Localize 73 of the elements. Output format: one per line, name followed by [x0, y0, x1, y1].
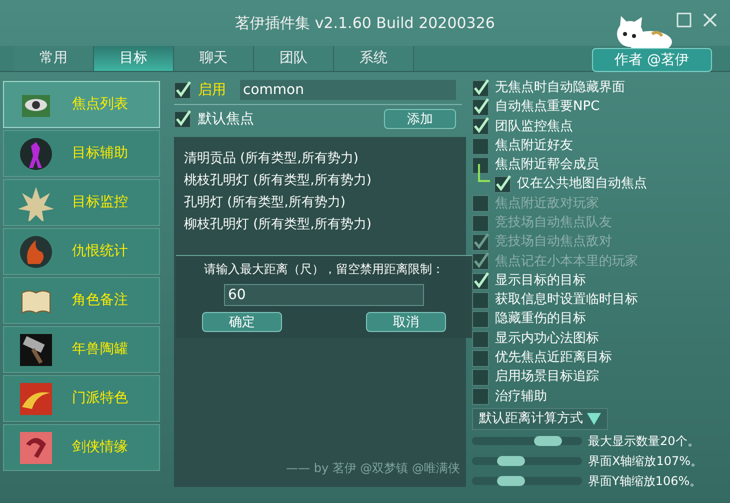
flame-icon	[18, 380, 54, 416]
slider-label: 界面X轴缩放107%。	[588, 453, 703, 470]
option-label: 优先焦点近距离目标	[495, 349, 612, 368]
option-label: 仅在公共地图自动焦点	[517, 175, 647, 194]
checkbox[interactable]	[472, 98, 490, 116]
checkbox[interactable]	[472, 387, 490, 406]
focus-list-item[interactable]: 清明贡品 (所有类型,所有势力)	[184, 149, 466, 169]
checkbox[interactable]	[494, 175, 512, 194]
maximize-icon[interactable]	[676, 12, 692, 28]
slider-thumb[interactable]	[496, 476, 525, 486]
checkbox[interactable]	[472, 368, 490, 386]
cancel-button[interactable]: 取消	[366, 312, 446, 332]
option-label: 焦点记在小本本里的玩家	[495, 252, 638, 271]
focus-list-item[interactable]: 柳枝孔明灯 (所有类型,所有势力)	[184, 215, 466, 235]
option-label: 团队监控焦点	[495, 118, 573, 136]
option-label: 隐藏重伤的目标	[495, 310, 586, 328]
checkbox[interactable]	[472, 78, 490, 97]
option-label: 获取信息时设置临时目标	[495, 291, 638, 310]
option-label: 自动焦点重要NPC	[495, 98, 600, 116]
option-label: 启用场景目标追踪	[495, 368, 599, 386]
checkbox[interactable]	[472, 310, 490, 328]
option-label: 焦点附近帮会成员	[495, 156, 599, 174]
slider-label: 最大显示数量20个。	[588, 433, 700, 450]
figure-icon	[18, 136, 54, 172]
slider-thumb[interactable]	[534, 436, 562, 446]
sidebar-item[interactable]: 仇恨统计	[3, 228, 160, 275]
option-label: 显示内功心法图标	[495, 330, 599, 348]
name-input-field[interactable]: common	[240, 80, 456, 100]
option-label: 治疗辅助	[495, 388, 547, 406]
checkbox[interactable]	[472, 330, 490, 348]
ribbon-icon	[18, 430, 54, 466]
option-label: 焦点附近敌对玩家	[495, 194, 599, 213]
dialog-prompt: 请输入最大距离（尺），留空禁用距离限制：	[204, 261, 444, 278]
sidebar-item[interactable]: 年兽陶罐	[3, 326, 160, 373]
confirm-button[interactable]: 确定	[202, 312, 282, 332]
enable-label: 启用	[198, 80, 226, 100]
hammer-icon	[18, 332, 54, 368]
option-label: 焦点附近好友	[495, 136, 573, 155]
distance-input-field[interactable]: 60	[224, 284, 424, 306]
option-label: 竞技场自动焦点敌对	[495, 233, 612, 252]
focus-list-item[interactable]: 桃枝孔明灯 (所有类型,所有势力)	[184, 171, 466, 191]
default-focus-label: 默认焦点	[198, 110, 254, 128]
checkbox[interactable]	[472, 136, 490, 155]
option-label: 显示目标的目标	[495, 272, 586, 290]
checkbox[interactable]	[472, 117, 490, 136]
focus-list-item[interactable]: 孔明灯 (所有类型,所有势力)	[184, 193, 466, 213]
slider-thumb[interactable]	[496, 456, 525, 466]
sidebar-item[interactable]: 门派特色	[3, 375, 160, 422]
author-button[interactable]: 作者 @茗伊	[592, 48, 712, 72]
spiked-emblem-icon	[18, 184, 54, 220]
credit-text: —— by 茗伊 @双梦镇 @唯满侠	[286, 460, 460, 477]
checkbox[interactable]	[174, 81, 192, 99]
sidebar-item[interactable]: 剑侠情缘	[3, 424, 160, 471]
distance-dropdown[interactable]: 默认距离计算方式	[472, 408, 608, 430]
tab[interactable]: 目标	[94, 46, 174, 71]
option-label: 无焦点时自动隐藏界面	[495, 78, 625, 97]
checkbox[interactable]	[472, 272, 490, 290]
checkbox[interactable]	[472, 348, 490, 367]
option-label: 竞技场自动焦点队友	[495, 214, 612, 232]
sidebar-item[interactable]: 目标监控	[3, 179, 160, 226]
checkbox[interactable]	[472, 156, 490, 174]
add-button[interactable]: 添加	[384, 109, 456, 129]
checkbox[interactable]	[174, 110, 192, 128]
slider-label: 界面Y轴缩放106%。	[588, 473, 702, 490]
connector-line	[478, 164, 490, 182]
sidebar-item[interactable]: 角色备注	[3, 277, 160, 324]
fire-icon	[18, 234, 54, 270]
dropdown-arrow-icon	[587, 413, 601, 426]
checkbox[interactable]	[472, 290, 490, 309]
sidebar-item[interactable]: 目标辅助	[3, 130, 160, 177]
window-title: 茗伊插件集 v2.1.60 Build 20200326	[235, 12, 495, 34]
sidebar-item[interactable]: 焦点列表	[3, 81, 160, 128]
close-icon[interactable]	[702, 12, 718, 28]
